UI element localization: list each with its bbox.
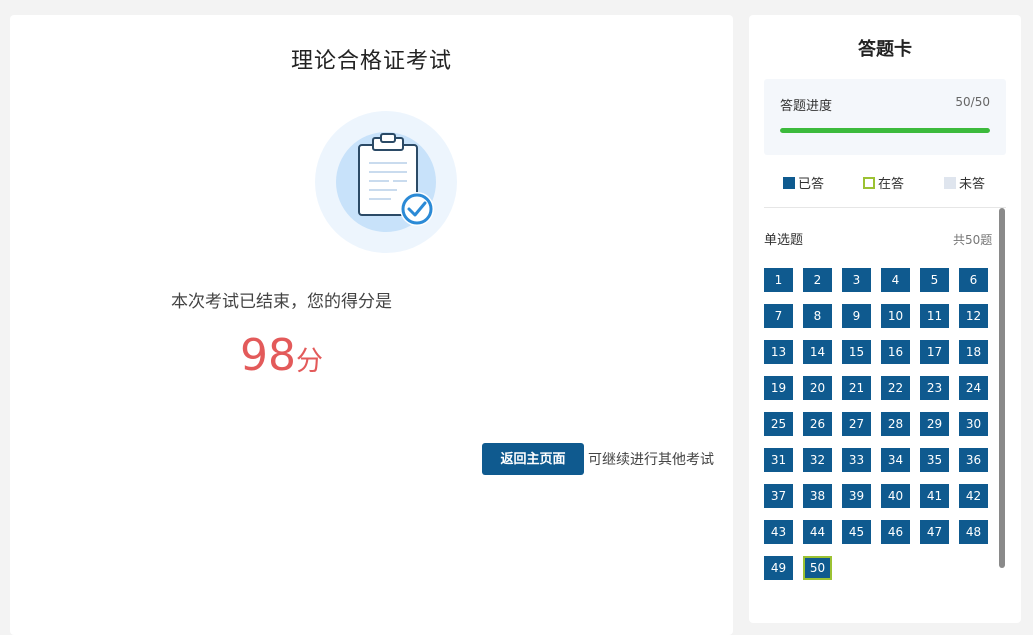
unanswered-swatch-icon: [944, 176, 956, 189]
back-to-home-button[interactable]: 返回主页面: [482, 443, 584, 475]
question-button[interactable]: 30: [959, 412, 988, 436]
section-title: 单选题: [764, 233, 804, 248]
legend-answered-label: 已答: [798, 177, 825, 192]
progress-label: 答题进度: [780, 99, 833, 114]
answer-card-title: 答题卡: [858, 39, 912, 60]
score-display: 98分: [10, 330, 553, 381]
progress-bar-fill: [780, 128, 990, 133]
question-button[interactable]: 28: [881, 412, 910, 436]
legend-current-label: 在答: [878, 177, 905, 192]
question-button[interactable]: 26: [803, 412, 832, 436]
question-button[interactable]: 11: [920, 304, 949, 328]
question-button[interactable]: 43: [764, 520, 793, 544]
question-button[interactable]: 19: [764, 376, 793, 400]
section-count: 共50题: [953, 233, 993, 247]
question-button[interactable]: 17: [920, 340, 949, 364]
question-button[interactable]: 39: [842, 484, 871, 508]
question-button[interactable]: 40: [881, 484, 910, 508]
question-button[interactable]: 15: [842, 340, 871, 364]
question-button[interactable]: 4: [881, 268, 910, 292]
question-button[interactable]: 35: [920, 448, 949, 472]
question-button[interactable]: 13: [764, 340, 793, 364]
question-button[interactable]: 5: [920, 268, 949, 292]
progress-count: 50/50: [955, 95, 990, 109]
question-button[interactable]: 9: [842, 304, 871, 328]
question-button[interactable]: 23: [920, 376, 949, 400]
question-button[interactable]: 36: [959, 448, 988, 472]
question-button[interactable]: 25: [764, 412, 793, 436]
question-button[interactable]: 42: [959, 484, 988, 508]
question-button[interactable]: 24: [959, 376, 988, 400]
divider: [764, 207, 1006, 208]
question-button[interactable]: 46: [881, 520, 910, 544]
question-button[interactable]: 32: [803, 448, 832, 472]
continue-hint: 可继续进行其他考试: [588, 452, 714, 468]
question-button[interactable]: 6: [959, 268, 988, 292]
clipboard-check-icon: [315, 111, 457, 253]
legend-answered: 已答: [783, 173, 824, 192]
question-button[interactable]: 50: [803, 556, 832, 580]
score-value: 98: [240, 330, 296, 381]
question-button[interactable]: 48: [959, 520, 988, 544]
question-button[interactable]: 1: [764, 268, 793, 292]
question-button[interactable]: 27: [842, 412, 871, 436]
question-button[interactable]: 16: [881, 340, 910, 364]
question-button[interactable]: 22: [881, 376, 910, 400]
question-grid: 1 2 3 4 5 6 7 8 9 10 11 12 13 14 15 16 17 18 19 20 21 22 23 24 2…: [764, 268, 998, 580]
progress-box: 答题进度 50/50: [764, 79, 1006, 155]
answer-card-panel: 答题卡 答题进度 50/50 已答 在答 未答 单选题 共50题 1234567…: [749, 15, 1021, 623]
exam-end-message: 本次考试已结束，您的得分是: [171, 292, 392, 312]
question-button[interactable]: 29: [920, 412, 949, 436]
question-button[interactable]: 12: [959, 304, 988, 328]
question-button[interactable]: 34: [881, 448, 910, 472]
question-button[interactable]: 10: [881, 304, 910, 328]
scrollbar-thumb[interactable]: [999, 208, 1005, 568]
current-swatch-icon: [863, 176, 875, 189]
question-button[interactable]: 45: [842, 520, 871, 544]
question-button[interactable]: 14: [803, 340, 832, 364]
legend-unanswered: 未答: [944, 173, 985, 192]
status-legend: 已答 在答 未答: [749, 173, 1021, 193]
legend-current: 在答: [863, 173, 904, 192]
question-button[interactable]: 20: [803, 376, 832, 400]
progress-bar: [780, 128, 990, 133]
question-button[interactable]: 8: [803, 304, 832, 328]
question-button[interactable]: 3: [842, 268, 871, 292]
answered-swatch-icon: [783, 176, 795, 189]
question-button[interactable]: 44: [803, 520, 832, 544]
exam-result-panel: 理论合格证考试 本次考试已结束，您的得分是 98分 返回主页面 可继续进行其他考…: [10, 15, 733, 635]
legend-unanswered-label: 未答: [959, 177, 986, 192]
question-button[interactable]: 21: [842, 376, 871, 400]
question-button[interactable]: 38: [803, 484, 832, 508]
question-button[interactable]: 18: [959, 340, 988, 364]
question-button[interactable]: 49: [764, 556, 793, 580]
score-unit: 分: [296, 346, 323, 377]
question-button[interactable]: 37: [764, 484, 793, 508]
page-title: 理论合格证考试: [290, 49, 452, 74]
question-button[interactable]: 41: [920, 484, 949, 508]
question-button[interactable]: 2: [803, 268, 832, 292]
question-button[interactable]: 47: [920, 520, 949, 544]
question-button[interactable]: 7: [764, 304, 793, 328]
question-button[interactable]: 33: [842, 448, 871, 472]
question-button[interactable]: 31: [764, 448, 793, 472]
